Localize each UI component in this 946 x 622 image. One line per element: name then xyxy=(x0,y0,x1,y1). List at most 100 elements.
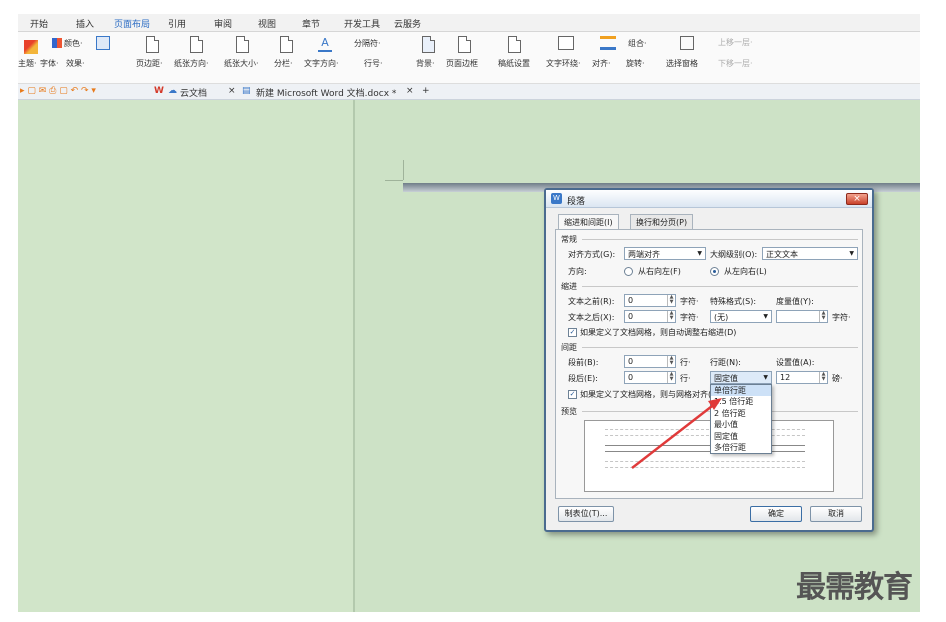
spinner-icon[interactable]: ▲ ▼ xyxy=(667,311,675,322)
columns-icon[interactable] xyxy=(280,36,293,53)
space-before-unit[interactable]: 行· xyxy=(680,357,691,368)
space-after-unit[interactable]: 行· xyxy=(680,373,691,384)
tab-indent-spacing[interactable]: 缩进和间距(I) xyxy=(558,214,619,230)
space-after-input[interactable]: 0 ▲ ▼ xyxy=(624,371,676,384)
font-button[interactable]: 字体· xyxy=(40,58,59,69)
spinner-icon[interactable]: ▲ ▼ xyxy=(819,311,827,322)
active-document-tab[interactable]: 新建 Microsoft Word 文档.docx * xyxy=(256,86,396,99)
indent-before-unit[interactable]: 字符· xyxy=(680,296,699,307)
align-icon[interactable] xyxy=(600,36,616,50)
color-button[interactable]: 颜色· xyxy=(64,38,83,49)
spinner-icon[interactable]: ▲ ▼ xyxy=(667,295,675,306)
margins-icon[interactable] xyxy=(146,36,159,53)
chevron-down-icon: ▼ xyxy=(849,250,854,257)
space-after-value: 0 xyxy=(628,373,634,382)
theme-button[interactable]: 主题· xyxy=(18,58,37,69)
close-doc-tab-button[interactable]: × xyxy=(406,86,414,96)
space-before-input[interactable]: 0 ▲ ▼ xyxy=(624,355,676,368)
quick-access-icons[interactable]: ▸ ▢ ✉ ⎙ ▢ ↶ ↷ ▾ xyxy=(20,86,96,96)
measure-input[interactable]: ▲ ▼ xyxy=(776,310,828,323)
set-value-input[interactable]: 12 ▲ ▼ xyxy=(776,371,828,384)
close-tab-button[interactable]: × xyxy=(228,86,236,96)
line-spacing-option[interactable]: 多倍行距 xyxy=(711,442,771,453)
menu-insert[interactable]: 插入 xyxy=(76,17,94,30)
spinner-icon[interactable]: ▲ ▼ xyxy=(819,372,827,383)
text-direction-icon[interactable]: A xyxy=(318,36,332,52)
background-icon[interactable] xyxy=(422,36,435,53)
line-spacing-select[interactable]: 固定值 ▼ xyxy=(710,371,772,384)
tab-line-page-breaks[interactable]: 换行和分页(P) xyxy=(630,214,694,229)
effects-button[interactable]: 效果· xyxy=(66,58,85,69)
line-spacing-option[interactable]: 1.5 倍行距 xyxy=(711,396,771,407)
size-button[interactable]: 纸张大小· xyxy=(224,58,259,69)
selection-pane-icon[interactable] xyxy=(680,36,694,50)
measure-unit[interactable]: 字符· xyxy=(832,312,851,323)
dialog-title-bar[interactable]: W 段落 × xyxy=(546,190,872,208)
cloud-doc-tab[interactable]: 云文档 xyxy=(180,86,207,99)
wps-logo-icon[interactable]: W xyxy=(154,86,164,96)
page-border-icon[interactable] xyxy=(458,36,471,53)
wrap-text-icon[interactable] xyxy=(558,36,574,50)
preview-box xyxy=(584,420,834,492)
line-spacing-dropdown: 单倍行距 1.5 倍行距 2 倍行距 最小值 固定值 多倍行距 xyxy=(710,384,772,454)
spinner-icon[interactable]: ▲ ▼ xyxy=(667,372,675,383)
theme-icon[interactable] xyxy=(24,40,38,54)
columns-button[interactable]: 分栏· xyxy=(274,58,293,69)
page-border-button[interactable]: 页面边框 xyxy=(446,58,478,69)
set-value-unit[interactable]: 磅· xyxy=(832,373,843,384)
rotate-button[interactable]: 旋转· xyxy=(626,58,645,69)
indent-before-input[interactable]: 0 ▲ ▼ xyxy=(624,294,676,307)
line-spacing-option[interactable]: 2 倍行距 xyxy=(711,408,771,419)
size-icon[interactable] xyxy=(236,36,249,53)
snap-grid-checkbox[interactable]: ✓ xyxy=(568,390,577,399)
ok-button[interactable]: 确定 xyxy=(750,506,802,522)
pane-divider[interactable] xyxy=(353,100,355,612)
margins-button[interactable]: 页边距· xyxy=(136,58,163,69)
rtl-radio[interactable] xyxy=(624,267,633,276)
line-spacing-option[interactable]: 单倍行距 xyxy=(711,385,771,397)
menu-view[interactable]: 视图 xyxy=(258,17,276,30)
menu-chapter[interactable]: 章节 xyxy=(302,17,320,30)
indent-after-input[interactable]: 0 ▲ ▼ xyxy=(624,310,676,323)
new-tab-button[interactable]: + xyxy=(422,86,430,96)
indent-after-unit[interactable]: 字符· xyxy=(680,312,699,323)
effects-icon[interactable] xyxy=(96,36,110,50)
special-format-select[interactable]: (无) ▼ xyxy=(710,310,772,323)
group-button[interactable]: 组合· xyxy=(628,38,647,49)
cancel-button[interactable]: 取消 xyxy=(810,506,862,522)
manuscript-icon[interactable] xyxy=(508,36,521,53)
divider xyxy=(582,347,858,348)
menu-start[interactable]: 开始 xyxy=(30,17,48,30)
selection-pane-button[interactable]: 选择窗格 xyxy=(666,58,698,69)
bring-forward-button[interactable]: 上移一层· xyxy=(718,37,753,48)
color-icon[interactable] xyxy=(52,38,62,48)
auto-adjust-checkbox[interactable]: ✓ xyxy=(568,328,577,337)
outline-level-select[interactable]: 正文文本 ▼ xyxy=(762,247,858,260)
orientation-button[interactable]: 纸张方向· xyxy=(174,58,209,69)
text-direction-button[interactable]: 文字方向· xyxy=(304,58,339,69)
alignment-select[interactable]: 两端对齐 ▼ xyxy=(624,247,706,260)
menu-cloud[interactable]: 云服务 xyxy=(394,17,421,30)
orientation-icon[interactable] xyxy=(190,36,203,53)
menu-developer[interactable]: 开发工具 xyxy=(344,17,380,30)
align-button[interactable]: 对齐· xyxy=(592,58,611,69)
outline-level-value: 正文文本 xyxy=(766,250,798,259)
dialog-close-button[interactable]: × xyxy=(846,193,868,205)
menu-references[interactable]: 引用 xyxy=(168,17,186,30)
tabs-button[interactable]: 制表位(T)... xyxy=(558,506,614,522)
send-backward-button[interactable]: 下移一层· xyxy=(718,58,753,69)
preview-line xyxy=(605,451,805,453)
manuscript-button[interactable]: 稿纸设置 xyxy=(498,58,530,69)
preview-line xyxy=(605,467,805,469)
line-numbers-button[interactable]: 行号· xyxy=(364,58,383,69)
wrap-text-button[interactable]: 文字环绕· xyxy=(546,58,581,69)
navigation-pane xyxy=(18,100,353,612)
background-button[interactable]: 背景· xyxy=(416,58,435,69)
line-spacing-option[interactable]: 固定值 xyxy=(711,431,771,442)
spinner-icon[interactable]: ▲ ▼ xyxy=(667,356,675,367)
ltr-radio[interactable] xyxy=(710,267,719,276)
menu-page-layout[interactable]: 页面布局 xyxy=(114,17,150,30)
menu-review[interactable]: 审阅 xyxy=(214,17,232,30)
breaks-button[interactable]: 分隔符· xyxy=(354,38,381,49)
line-spacing-option[interactable]: 最小值 xyxy=(711,419,771,430)
